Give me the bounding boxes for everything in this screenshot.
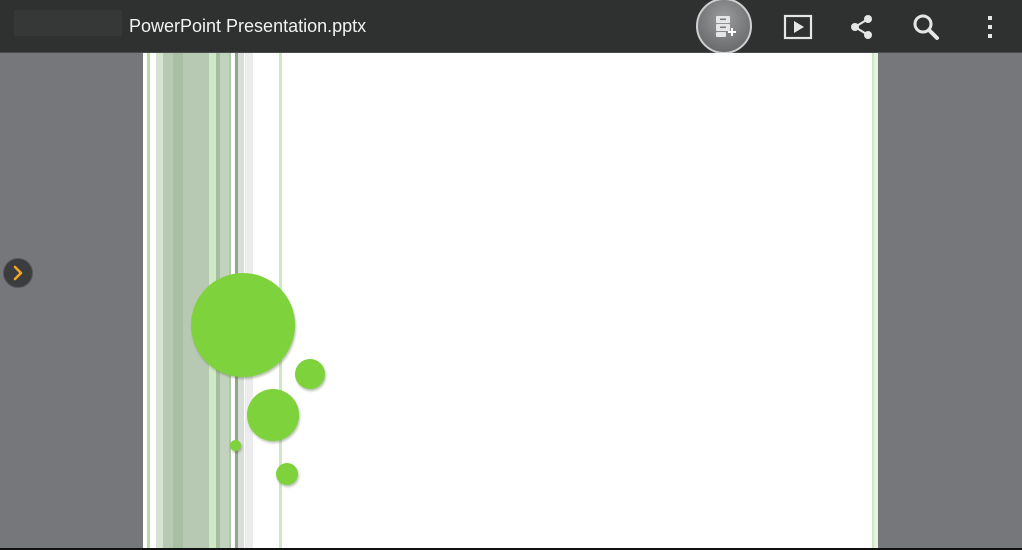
share-button[interactable] — [838, 0, 886, 53]
search-button[interactable] — [902, 0, 950, 53]
chevron-right-icon — [13, 265, 23, 281]
search-icon — [913, 14, 939, 40]
overflow-menu-icon — [988, 15, 992, 38]
document-title: PowerPoint Presentation.pptx — [129, 16, 367, 36]
overflow-menu-button[interactable] — [968, 0, 1012, 53]
decorative-stripe — [874, 53, 878, 548]
share-icon — [851, 14, 872, 39]
save-to-storage-icon — [696, 0, 752, 54]
save-button[interactable] — [694, 0, 754, 54]
presentation-viewer: PowerPoint Presentation.pptx — [0, 0, 1022, 550]
action-bar: PowerPoint Presentation.pptx — [0, 0, 1022, 54]
decorative-circle — [191, 273, 295, 377]
decorative-stripe — [156, 53, 163, 548]
decorative-circle — [230, 440, 241, 451]
slide-canvas[interactable] — [143, 53, 878, 548]
decorative-circle — [276, 463, 298, 485]
back-button[interactable] — [14, 10, 122, 36]
decorative-circle — [295, 359, 325, 389]
decorative-stripe — [173, 53, 183, 548]
slide-panel-toggle[interactable] — [3, 258, 33, 288]
decorative-stripe — [147, 53, 150, 548]
slideshow-button[interactable] — [774, 0, 822, 53]
decorative-circle — [247, 389, 299, 441]
slideshow-play-icon — [783, 14, 813, 39]
